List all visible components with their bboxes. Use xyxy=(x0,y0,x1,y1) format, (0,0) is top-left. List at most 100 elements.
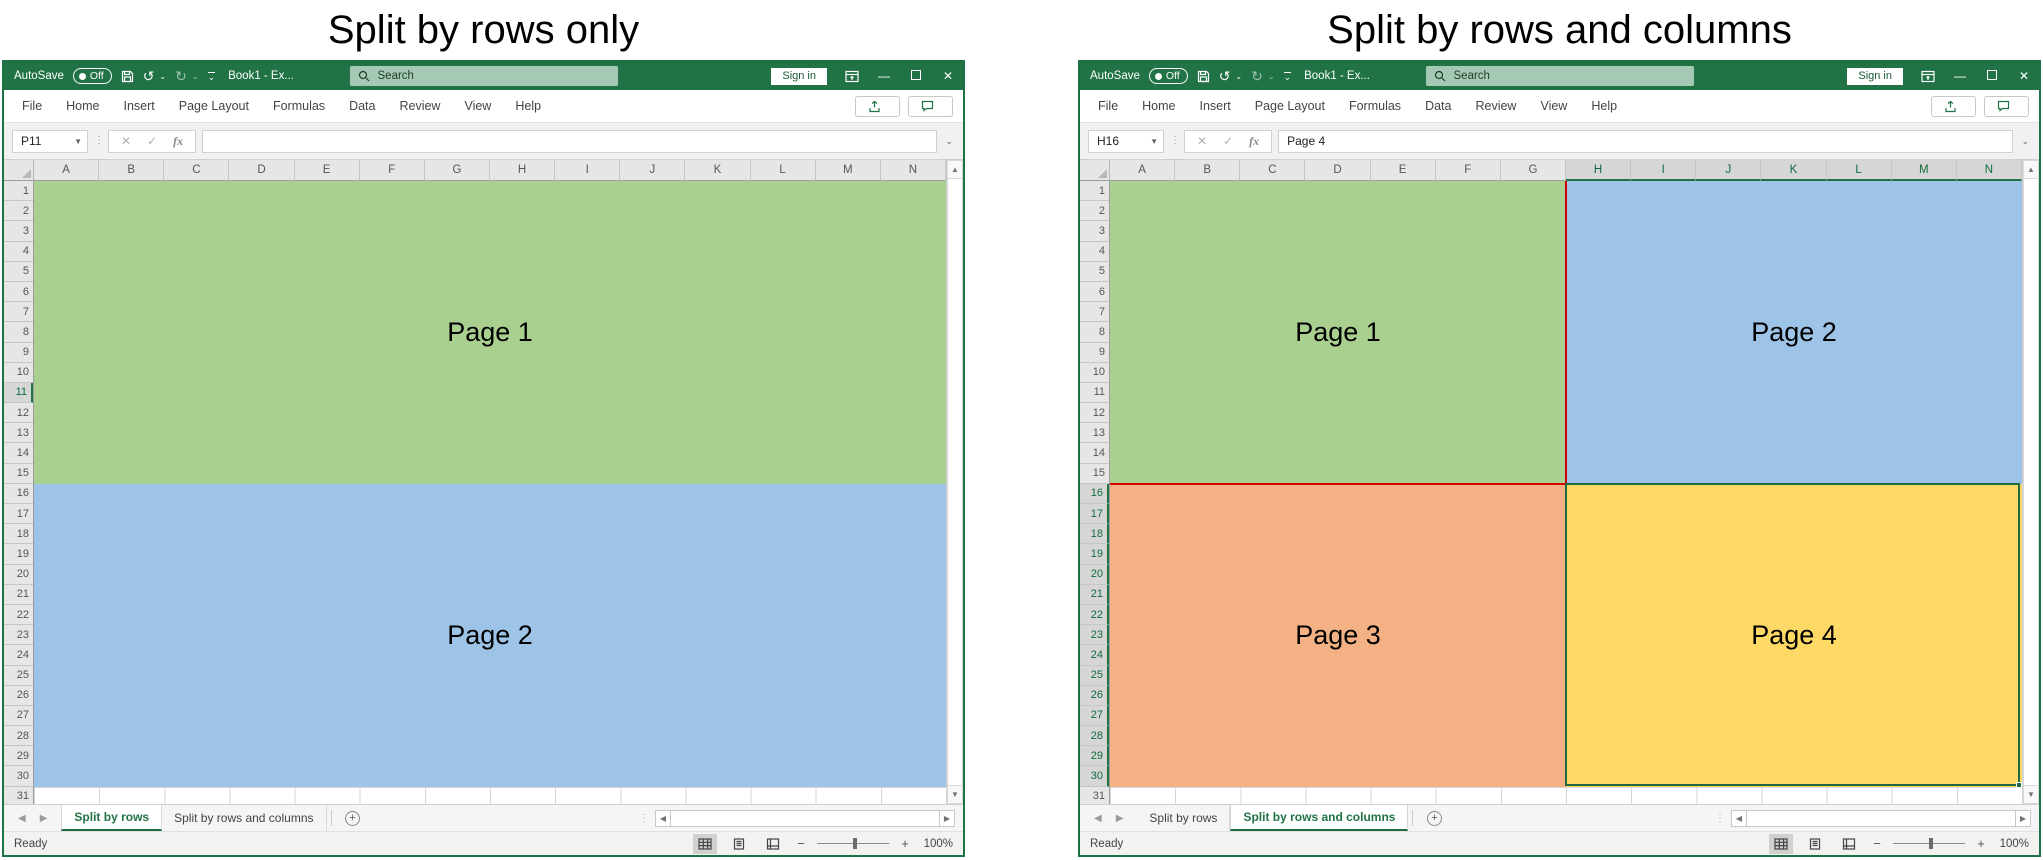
row-header-14[interactable]: 14 xyxy=(4,443,33,463)
zoom-slider-thumb[interactable] xyxy=(853,838,857,849)
row-header-31[interactable]: 31 xyxy=(4,787,33,804)
comment-icon[interactable] xyxy=(1997,100,2010,112)
row-header-21[interactable]: 21 xyxy=(1080,585,1109,605)
menu-item-help[interactable]: Help xyxy=(503,99,553,113)
page-layout-view-button[interactable] xyxy=(1803,834,1827,854)
menu-item-data[interactable]: Data xyxy=(1413,99,1463,113)
menu-item-review[interactable]: Review xyxy=(1463,99,1528,113)
minimize-button[interactable]: — xyxy=(877,69,891,83)
undo-button[interactable]: ↺ xyxy=(1219,68,1231,85)
row-header-8[interactable]: 8 xyxy=(1080,322,1109,342)
row-header-31[interactable]: 31 xyxy=(1080,787,1109,804)
row-header-12[interactable]: 12 xyxy=(1080,403,1109,423)
menu-item-page-layout[interactable]: Page Layout xyxy=(1243,99,1337,113)
next-sheet-icon[interactable]: ▶ xyxy=(40,813,48,824)
new-sheet-button[interactable]: + xyxy=(1417,805,1451,831)
column-header-H[interactable]: H xyxy=(1566,160,1631,181)
save-icon[interactable] xyxy=(1197,70,1210,83)
maximize-button[interactable] xyxy=(909,69,923,83)
horizontal-scrollbar[interactable]: ◀▶ xyxy=(1731,809,2031,827)
row-header-7[interactable]: 7 xyxy=(4,302,33,322)
row-header-25[interactable]: 25 xyxy=(4,666,33,686)
row-header-14[interactable]: 14 xyxy=(1080,443,1109,463)
row-header-27[interactable]: 27 xyxy=(1080,706,1109,726)
share-icon[interactable] xyxy=(1944,100,1957,113)
autosave-toggle[interactable]: Off xyxy=(73,68,112,84)
share-button[interactable] xyxy=(855,96,900,117)
normal-view-button[interactable] xyxy=(1769,834,1793,854)
scroll-right-icon[interactable]: ▶ xyxy=(2015,810,2031,827)
column-header-E[interactable]: E xyxy=(1371,160,1436,181)
sheet-tab-split-by-rows-and-columns[interactable]: Split by rows and columns xyxy=(1230,805,1408,831)
row-header-18[interactable]: 18 xyxy=(1080,524,1109,544)
row-header-15[interactable]: 15 xyxy=(4,464,33,484)
vertical-scroll-track[interactable] xyxy=(947,179,963,785)
row-header-13[interactable]: 13 xyxy=(1080,423,1109,443)
row-header-11[interactable]: 11 xyxy=(1080,383,1109,403)
column-header-K[interactable]: K xyxy=(685,160,750,181)
undo-dropdown-icon[interactable]: ⌄ xyxy=(159,72,166,81)
autosave-toggle[interactable]: Off xyxy=(1149,68,1188,84)
row-header-30[interactable]: 30 xyxy=(4,766,33,786)
column-header-F[interactable]: F xyxy=(1436,160,1501,181)
column-header-L[interactable]: L xyxy=(1827,160,1892,181)
row-header-21[interactable]: 21 xyxy=(4,585,33,605)
select-all-corner[interactable] xyxy=(1080,160,1110,181)
row-header-2[interactable]: 2 xyxy=(4,201,33,221)
vertical-scrollbar[interactable]: ▲▼ xyxy=(2022,160,2039,804)
scroll-up-icon[interactable]: ▲ xyxy=(947,160,963,179)
scroll-down-icon[interactable]: ▼ xyxy=(947,785,963,804)
row-header-27[interactable]: 27 xyxy=(4,706,33,726)
prev-sheet-icon[interactable]: ◀ xyxy=(1094,813,1102,824)
formula-bar-grip[interactable]: ⋮ xyxy=(94,139,102,143)
row-header-28[interactable]: 28 xyxy=(4,726,33,746)
comments-button[interactable] xyxy=(908,96,953,117)
column-header-G[interactable]: G xyxy=(425,160,490,181)
normal-view-icon[interactable] xyxy=(698,838,712,850)
ribbon-display-options-icon[interactable] xyxy=(1921,70,1935,83)
name-box[interactable]: P11▼ xyxy=(12,130,88,153)
row-header-19[interactable]: 19 xyxy=(1080,544,1109,564)
row-header-9[interactable]: 9 xyxy=(4,343,33,363)
zoom-slider[interactable] xyxy=(817,838,889,849)
row-header-16[interactable]: 16 xyxy=(1080,484,1109,504)
column-header-I[interactable]: I xyxy=(555,160,620,181)
horizontal-scrollbar[interactable]: ◀▶ xyxy=(655,809,955,827)
formula-bar-input[interactable]: Page 4 xyxy=(1278,130,2013,153)
comment-icon[interactable] xyxy=(921,100,934,112)
sheet-tab-split-by-rows[interactable]: Split by rows xyxy=(1137,805,1230,831)
menu-item-view[interactable]: View xyxy=(1528,99,1579,113)
sign-in-button[interactable]: Sign in xyxy=(1847,68,1903,85)
column-header-N[interactable]: N xyxy=(881,160,946,181)
row-header-9[interactable]: 9 xyxy=(1080,343,1109,363)
name-box[interactable]: H16▼ xyxy=(1088,130,1164,153)
row-header-17[interactable]: 17 xyxy=(1080,504,1109,524)
column-header-N[interactable]: N xyxy=(1957,160,2022,181)
normal-view-icon[interactable] xyxy=(1774,838,1788,850)
tabbar-grip[interactable]: ⋮ xyxy=(1709,805,1731,831)
scroll-right-icon[interactable]: ▶ xyxy=(939,810,955,827)
maximize-button[interactable] xyxy=(1985,69,1999,83)
zoom-out-button[interactable]: − xyxy=(795,836,807,851)
customize-toolbar-icon[interactable]: ⌄ xyxy=(208,72,216,81)
row-header-16[interactable]: 16 xyxy=(4,484,33,504)
menu-item-data[interactable]: Data xyxy=(337,99,387,113)
formula-bar-grip[interactable]: ⋮ xyxy=(1170,139,1178,143)
row-header-29[interactable]: 29 xyxy=(1080,746,1109,766)
row-header-10[interactable]: 10 xyxy=(1080,363,1109,383)
close-button[interactable]: ✕ xyxy=(2017,69,2031,83)
zoom-slider-thumb[interactable] xyxy=(1929,838,1933,849)
save-icon[interactable] xyxy=(121,70,134,83)
menu-item-view[interactable]: View xyxy=(452,99,503,113)
menu-item-file[interactable]: File xyxy=(10,99,54,113)
sign-in-button[interactable]: Sign in xyxy=(771,68,827,85)
sheet-tab-split-by-rows-and-columns[interactable]: Split by rows and columns xyxy=(162,805,326,831)
scroll-up-icon[interactable]: ▲ xyxy=(2023,160,2039,179)
column-header-C[interactable]: C xyxy=(1240,160,1305,181)
column-header-E[interactable]: E xyxy=(295,160,360,181)
row-header-18[interactable]: 18 xyxy=(4,524,33,544)
row-header-5[interactable]: 5 xyxy=(1080,262,1109,282)
menu-item-home[interactable]: Home xyxy=(54,99,111,113)
row-header-3[interactable]: 3 xyxy=(4,221,33,241)
comments-button[interactable] xyxy=(1984,96,2029,117)
